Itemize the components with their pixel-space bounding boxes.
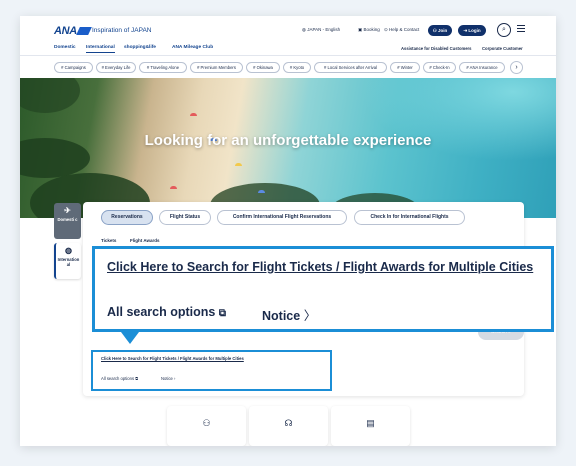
highlight-box-small (91, 350, 332, 391)
login-button[interactable]: ⇥ Login (458, 25, 486, 36)
beach-umbrella (190, 113, 197, 116)
hero-banner: Looking for an unforgettable experience (20, 78, 556, 218)
chevron-right-icon[interactable]: › (510, 61, 523, 74)
side-tab-international[interactable]: ◍ Internation al (54, 243, 81, 279)
main-nav: Domestic International shopping&life ANA… (20, 42, 556, 56)
callout-multi-city-link[interactable]: Click Here to Search for Flight Tickets … (107, 260, 533, 274)
ana-logo[interactable]: ANA (54, 25, 92, 37)
callout-pointer (121, 332, 139, 344)
chip-local-services[interactable]: # Local Services after Arrival (314, 62, 387, 73)
chip-campaigns[interactable]: # Campaigns (54, 62, 93, 73)
people-icon: ⚇ (202, 418, 211, 428)
tagline: Inspiration of JAPAN (92, 27, 152, 34)
side-tab-domestic[interactable]: ✈ Domesti c (54, 203, 81, 239)
palm-foliage (20, 78, 80, 113)
tab-confirm-reservations[interactable]: Confirm International Flight Reservation… (217, 210, 347, 225)
quick-card-travelers[interactable]: ⚇ (167, 406, 246, 446)
tab-check-in[interactable]: Check In for International Flights (354, 210, 465, 225)
subtab-tickets[interactable]: Tickets (101, 238, 116, 243)
join-button[interactable]: ⚇ Join (428, 25, 452, 36)
chip-ana-insurance[interactable]: # ANA Insurance (459, 62, 505, 73)
window-icon: ⧉ (218, 308, 226, 319)
tab-flight-status[interactable]: Flight Status (159, 210, 211, 225)
chip-traveling-alone[interactable]: # Traveling Alone (139, 62, 187, 73)
nav-assistance-disabled[interactable]: Assistance for Disabled Customers (401, 46, 472, 51)
search-icon[interactable]: ⌕ (497, 23, 511, 37)
nav-corporate[interactable]: Corporate Customer (482, 46, 523, 51)
headset-icon: ☊ (284, 418, 293, 428)
callout-all-search-options[interactable]: All search options ⧉ (107, 305, 226, 319)
chevron-right-icon: 〉 (303, 309, 317, 323)
tab-reservations[interactable]: Reservations (101, 210, 153, 225)
beach-umbrella (258, 190, 265, 193)
nav-international[interactable]: International (86, 45, 115, 53)
hamburger-menu-icon[interactable] (517, 25, 525, 32)
beach-umbrella (235, 163, 242, 166)
chip-premium-members[interactable]: # Premium Members (190, 62, 243, 73)
quick-card-ticket[interactable]: ▤ (331, 406, 410, 446)
nav-ana-mileage-club[interactable]: ANA Mileage Club (172, 45, 213, 50)
hero-title: Looking for an unforgettable experience (144, 132, 432, 149)
ana-wing-icon (76, 27, 92, 35)
globe-icon: ◍ (65, 246, 72, 255)
quick-card-support[interactable]: ☊ (249, 406, 328, 446)
zoom-callout: Click Here to Search for Flight Tickets … (92, 246, 554, 332)
chip-kyoto[interactable]: # Kyoto (283, 62, 311, 73)
ticket-icon: ▤ (366, 418, 375, 428)
nav-domestic[interactable]: Domestic (54, 45, 76, 50)
chip-okinawa[interactable]: # Okinawa (246, 62, 280, 73)
airplane-icon: ✈ (64, 206, 71, 215)
help-contact-link[interactable]: ⊙ Help & Contact (384, 27, 419, 33)
nav-shopping-life[interactable]: shopping&life (124, 45, 156, 50)
beach-umbrella (170, 186, 177, 189)
chip-check-in[interactable]: # Check-In (423, 62, 456, 73)
chip-winter[interactable]: # Winter (390, 62, 420, 73)
chip-everyday-life[interactable]: # Everyday Life (96, 62, 136, 73)
subtab-flight-awards[interactable]: Flight Awards (130, 238, 160, 243)
language-selector[interactable]: ◍ JAPAN - English (302, 27, 340, 33)
booking-link[interactable]: ▣ Booking (358, 27, 380, 33)
callout-notice[interactable]: Notice 〉 (262, 305, 316, 324)
